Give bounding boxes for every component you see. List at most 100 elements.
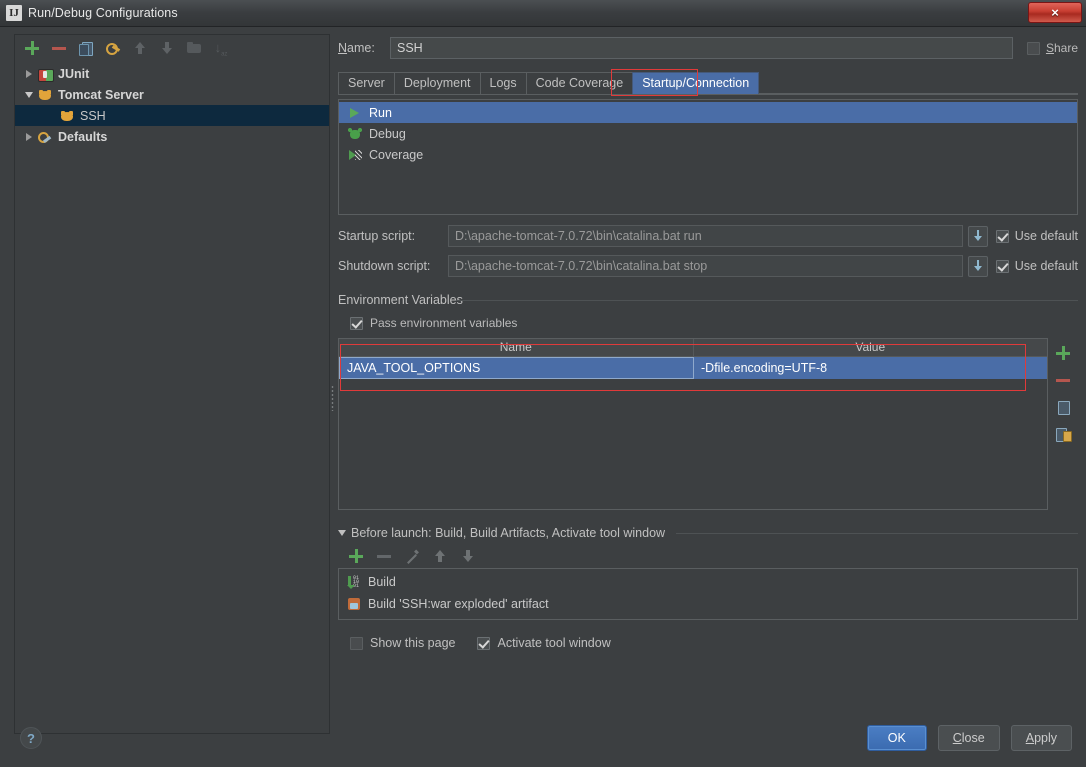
pass-env-box[interactable] [350, 316, 363, 330]
edit-defaults-button[interactable] [105, 40, 121, 56]
env-name-cell[interactable]: JAVA_TOOL_OPTIONS [339, 357, 694, 379]
pass-environment-variables-checkbox[interactable]: Pass environment variables [350, 316, 1078, 330]
before-launch-move-up-button[interactable] [432, 548, 448, 564]
list-item[interactable]: Build 'SSH:war exploded' artifact [339, 593, 1077, 615]
copy-configuration-button[interactable] [78, 40, 94, 56]
env-table-header: Name Value [339, 339, 1047, 357]
share-label: Share [1045, 41, 1078, 55]
tree-node-label: JUnit [58, 66, 90, 81]
show-this-page-checkbox[interactable]: Show this page [350, 636, 455, 650]
expand-arrow-icon[interactable] [21, 69, 37, 78]
coverage-icon [347, 147, 363, 163]
section-divider [676, 532, 1078, 534]
before-launch-task-label: Build [368, 575, 396, 589]
environment-variables-table: Name Value JAVA_TOOL_OPTIONS -Dfile.enco… [338, 338, 1048, 510]
shutdown-script-label: Shutdown script: [338, 259, 431, 273]
startup-script-input[interactable] [448, 225, 963, 247]
tab-logs[interactable]: Logs [479, 72, 527, 94]
configurations-tree: JUnit Tomcat Server SSH Defaults [15, 61, 329, 147]
move-up-button[interactable] [132, 40, 148, 56]
pass-env-label: Pass environment variables [370, 316, 518, 330]
configuration-editor-panel: Name: Share Server Deployment Logs Code … [338, 34, 1078, 734]
tab-server[interactable]: Server [338, 72, 395, 94]
junit-icon [37, 66, 54, 82]
show-this-page-label: Show this page [370, 636, 456, 650]
debug-icon [347, 126, 363, 142]
build-icon: 01 10 01 [346, 574, 362, 590]
panel-splitter[interactable] [331, 385, 337, 415]
activate-tool-window-checkbox[interactable]: Activate tool window [477, 636, 611, 650]
run-modes-list: Run Debug Coverage [338, 99, 1078, 215]
help-icon[interactable]: ? [20, 727, 42, 749]
share-checkbox[interactable]: Share [1026, 41, 1078, 55]
startup-script-browse-button[interactable] [967, 225, 988, 247]
env-remove-button[interactable] [1055, 372, 1071, 388]
startup-script-label: Startup script: [338, 229, 416, 243]
tree-node-defaults[interactable]: Defaults [15, 126, 329, 147]
run-mode-coverage[interactable]: Coverage [339, 144, 1077, 165]
tab-deployment[interactable]: Deployment [393, 72, 481, 94]
env-value-cell[interactable]: -Dfile.encoding=UTF-8 [694, 357, 1047, 379]
chevron-down-icon[interactable] [338, 530, 346, 536]
show-this-page-box[interactable] [350, 636, 363, 650]
before-launch-section-title[interactable]: Before launch: Build, Build Artifacts, A… [338, 526, 1078, 540]
env-paste-button[interactable] [1055, 426, 1072, 442]
before-launch-label: Before launch: Build, Build Artifacts, A… [351, 526, 666, 540]
tab-code-coverage[interactable]: Code Coverage [525, 72, 634, 94]
env-add-button[interactable] [1055, 345, 1071, 361]
tree-node-label: Tomcat Server [58, 87, 144, 102]
run-icon [347, 105, 363, 121]
tree-node-ssh[interactable]: SSH [15, 105, 329, 126]
artifact-icon [346, 596, 362, 612]
environment-side-toolbar [1048, 338, 1078, 510]
defaults-icon [37, 129, 53, 145]
environment-variables-section-title: Environment Variables [338, 293, 1078, 307]
create-folder-button[interactable] [186, 40, 202, 56]
list-item[interactable]: 01 10 01 Build [339, 571, 1077, 593]
dialog-button-row: OK Close Apply [866, 725, 1072, 751]
run-mode-label: Coverage [369, 147, 424, 162]
configurations-tree-panel: ↓az JUnit Tomcat Server SSH Defaults [14, 34, 330, 734]
sort-configurations-button[interactable]: ↓az [213, 40, 229, 58]
tree-node-label: Defaults [58, 129, 108, 144]
startup-use-default-box[interactable] [995, 229, 1009, 243]
collapse-arrow-icon[interactable] [21, 91, 37, 98]
before-launch-edit-button[interactable] [404, 548, 420, 564]
environment-variables-area: Name Value JAVA_TOOL_OPTIONS -Dfile.enco… [338, 338, 1078, 510]
startup-script-row: Startup script: Use default [338, 225, 1078, 247]
expand-arrow-icon[interactable] [21, 132, 37, 141]
before-launch-move-down-button[interactable] [460, 548, 476, 564]
activate-tool-window-box[interactable] [477, 636, 491, 650]
env-copy-button[interactable] [1055, 399, 1071, 415]
remove-configuration-button[interactable] [51, 40, 67, 56]
before-launch-remove-button[interactable] [376, 548, 392, 564]
startup-use-default-checkbox[interactable]: Use default [995, 229, 1078, 243]
run-mode-debug[interactable]: Debug [339, 123, 1077, 144]
section-divider [456, 300, 1078, 301]
startup-use-default-label: Use default [1014, 229, 1078, 243]
window-close-button[interactable]: × [1028, 2, 1082, 23]
shutdown-use-default-box[interactable] [995, 259, 1009, 273]
table-row[interactable]: JAVA_TOOL_OPTIONS -Dfile.encoding=UTF-8 [339, 357, 1047, 379]
shutdown-use-default-label: Use default [1014, 259, 1078, 273]
add-configuration-button[interactable] [24, 40, 40, 56]
bottom-options: Show this page Activate tool window [338, 636, 1078, 650]
close-button[interactable]: Close [937, 725, 1000, 751]
shutdown-script-input[interactable] [448, 255, 963, 277]
share-checkbox-box[interactable] [1026, 41, 1040, 55]
ok-button[interactable]: OK [866, 725, 927, 751]
activate-tool-window-label: Activate tool window [497, 636, 611, 650]
tree-node-tomcat-server[interactable]: Tomcat Server [15, 84, 329, 105]
before-launch-add-button[interactable] [348, 548, 364, 564]
run-mode-run[interactable]: Run [339, 102, 1077, 123]
tree-node-label: SSH [80, 108, 106, 123]
before-launch-task-list: 01 10 01 Build Build 'SSH:war exploded' ar… [338, 568, 1078, 620]
apply-button[interactable]: Apply [1010, 725, 1072, 751]
shutdown-use-default-checkbox[interactable]: Use default [995, 259, 1078, 273]
tab-startup-connection[interactable]: Startup/Connection [632, 72, 760, 94]
shutdown-script-browse-button[interactable] [967, 255, 988, 277]
move-down-button[interactable] [159, 40, 175, 56]
tree-node-junit[interactable]: JUnit [15, 63, 329, 84]
name-input[interactable] [390, 37, 1013, 59]
run-debug-configurations-dialog: ↓az JUnit Tomcat Server SSH Defaults Nam… [0, 27, 1086, 767]
